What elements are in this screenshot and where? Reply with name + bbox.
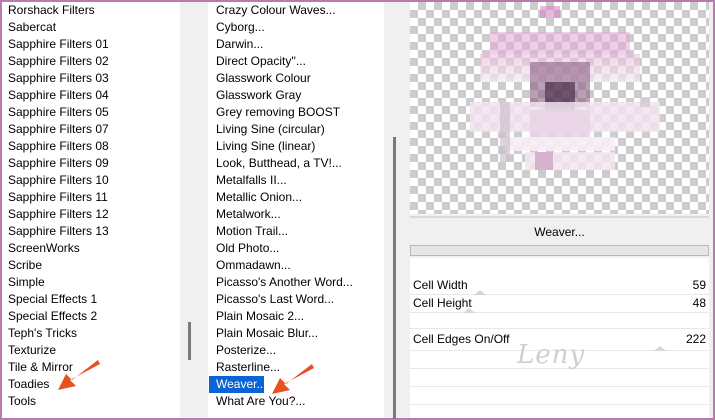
filter-list-item[interactable]: Glasswork Gray bbox=[209, 87, 393, 104]
filter-list-item[interactable]: Motion Trail... bbox=[209, 223, 393, 240]
slider-knob[interactable] bbox=[463, 308, 475, 313]
filter-list-item[interactable]: Picasso's Last Word... bbox=[209, 291, 393, 308]
param-separator bbox=[410, 404, 709, 405]
filter-dialog: Rorshack Filters Sabercat Sapphire Filters… bbox=[0, 0, 715, 420]
filter-list-item[interactable]: Darwin... bbox=[209, 36, 393, 53]
filter-list-item[interactable]: Plain Mosaic 2... bbox=[209, 308, 393, 325]
category-list-item[interactable]: Sapphire Filters 07 bbox=[3, 121, 180, 138]
param-value: 59 bbox=[692, 278, 706, 292]
filter-scroll-thumb[interactable] bbox=[393, 137, 396, 419]
category-list-item[interactable]: Rorshack Filters bbox=[3, 2, 180, 19]
filter-list-item[interactable]: Crazy Colour Waves... bbox=[209, 2, 393, 19]
filter-list-item[interactable]: Direct Opacity''... bbox=[209, 53, 393, 70]
watermark-signature: Leny bbox=[517, 340, 586, 370]
category-list-item[interactable]: Sapphire Filters 02 bbox=[3, 53, 180, 70]
filter-list-item[interactable]: Cyborg... bbox=[209, 19, 393, 36]
param-row-cell-width[interactable]: Cell Width 59 bbox=[410, 277, 709, 294]
filter-list-items: Crazy Colour Waves... Cyborg... Darwin... D… bbox=[208, 2, 393, 410]
category-list-item[interactable]: Sapphire Filters 11 bbox=[3, 189, 180, 206]
category-list-item[interactable]: Sapphire Filters 04 bbox=[3, 87, 180, 104]
category-list-item[interactable]: ScreenWorks bbox=[3, 240, 180, 257]
category-list-item[interactable]: Scribe bbox=[3, 257, 180, 274]
filter-list-item[interactable]: Metalwork... bbox=[209, 206, 393, 223]
category-list-item[interactable]: Sapphire Filters 01 bbox=[3, 36, 180, 53]
filter-list-item[interactable]: Plain Mosaic Blur... bbox=[209, 325, 393, 342]
filter-list-item[interactable]: Living Sine (circular) bbox=[209, 121, 393, 138]
filter-list-item[interactable]: Picasso's Another Word... bbox=[209, 274, 393, 291]
category-list-item[interactable]: Sabercat bbox=[3, 19, 180, 36]
cell-height-slider[interactable] bbox=[410, 308, 709, 313]
filter-list-item[interactable]: Living Sine (linear) bbox=[209, 138, 393, 155]
category-list-item[interactable]: Sapphire Filters 10 bbox=[3, 172, 180, 189]
filter-preview bbox=[410, 2, 709, 214]
param-separator bbox=[410, 328, 709, 329]
category-list-item[interactable]: Sapphire Filters 09 bbox=[3, 155, 180, 172]
category-list-item[interactable]: Teph's Tricks bbox=[3, 325, 180, 342]
category-list-item[interactable]: Special Effects 1 bbox=[3, 291, 180, 308]
pointer-arrow-icon bbox=[58, 360, 100, 390]
preview-image bbox=[470, 6, 660, 170]
filter-list[interactable]: Crazy Colour Waves... Cyborg... Darwin... D… bbox=[208, 2, 393, 418]
pointer-arrow-icon bbox=[272, 364, 314, 394]
filter-list-item[interactable]: Metalfalls II... bbox=[209, 172, 393, 189]
category-list-item[interactable]: Sapphire Filters 12 bbox=[3, 206, 180, 223]
param-value: 48 bbox=[692, 296, 706, 310]
category-scroll-thumb[interactable] bbox=[188, 322, 191, 360]
category-list-item[interactable]: Simple bbox=[3, 274, 180, 291]
filter-list-item[interactable]: Look, Butthead, a TV!... bbox=[209, 155, 393, 172]
filter-list-item[interactable]: Ommadawn... bbox=[209, 257, 393, 274]
param-label: Cell Width bbox=[413, 278, 468, 292]
category-list-item[interactable]: Texturize bbox=[3, 342, 180, 359]
param-row-cell-height[interactable]: Cell Height 48 bbox=[410, 295, 709, 312]
filter-list-item[interactable]: Posterize... bbox=[209, 342, 393, 359]
filter-list-item[interactable]: Old Photo... bbox=[209, 240, 393, 257]
filter-list-item[interactable]: Metallic Onion... bbox=[209, 189, 393, 206]
category-list-item[interactable]: Tools bbox=[3, 393, 180, 410]
param-label: Cell Edges On/Off bbox=[413, 332, 510, 346]
filter-params: Cell Width 59 Cell Height 48 Cell Edges … bbox=[410, 258, 709, 418]
preview-divider bbox=[410, 216, 709, 218]
param-value: 222 bbox=[685, 332, 706, 346]
filter-name-label: Weaver... bbox=[534, 225, 585, 239]
param-separator bbox=[410, 386, 709, 387]
slider-knob[interactable] bbox=[654, 346, 666, 351]
filter-list-item[interactable]: Glasswork Colour bbox=[209, 70, 393, 87]
progress-bar bbox=[410, 245, 709, 256]
filter-list-item[interactable]: Grey removing BOOST bbox=[209, 104, 393, 121]
category-list-items: Rorshack Filters Sabercat Sapphire Filters… bbox=[2, 2, 180, 410]
category-list[interactable]: Rorshack Filters Sabercat Sapphire Filters… bbox=[2, 2, 180, 418]
category-list-item[interactable]: Sapphire Filters 08 bbox=[3, 138, 180, 155]
filter-list-item[interactable]: Weaver... bbox=[209, 376, 266, 393]
category-list-item[interactable]: Special Effects 2 bbox=[3, 308, 180, 325]
category-list-item[interactable]: Sapphire Filters 03 bbox=[3, 70, 180, 87]
category-list-item[interactable]: Sapphire Filters 13 bbox=[3, 223, 180, 240]
category-list-item[interactable]: Sapphire Filters 05 bbox=[3, 104, 180, 121]
